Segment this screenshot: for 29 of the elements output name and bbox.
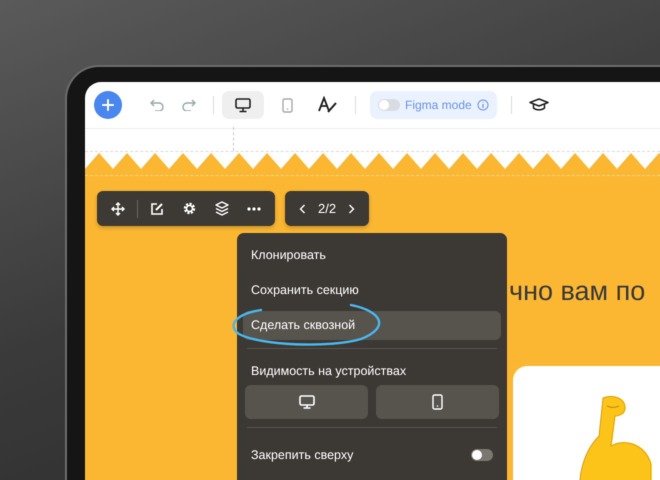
toggle-switch[interactable] [471,449,493,461]
menu-item[interactable]: Сделать сквозной [243,311,501,340]
move-icon[interactable] [111,202,125,216]
toggle-switch[interactable] [378,99,400,111]
graduation-cap-icon[interactable] [528,98,549,112]
previous-icon[interactable] [299,204,306,214]
menu-item[interactable]: Клонировать [243,241,501,270]
info-icon [476,99,489,111]
desktop-visibility-button[interactable] [245,385,368,419]
settings-icon[interactable] [182,201,197,216]
add-button[interactable] [94,91,122,119]
desktop-view-button[interactable] [222,91,264,119]
plus-icon [102,99,114,111]
mobile-visibility-button[interactable] [376,385,499,419]
monitor-icon [235,98,251,112]
section-heading: чно вам по [509,276,646,307]
menu-toggle-label: Закрепить сверху [251,448,354,462]
layers-icon[interactable] [215,201,229,216]
font-style-icon[interactable] [318,96,338,114]
more-icon[interactable] [247,206,261,210]
phone-icon [282,98,292,112]
menu-item[interactable]: Сохранить секцию [243,276,501,305]
page-counter: 2/2 [318,201,336,216]
monitor-icon [298,395,314,409]
menu-section-label: Видимость на устройствах [250,363,408,380]
next-icon[interactable] [348,204,356,214]
edit-icon[interactable] [150,202,164,216]
phone-icon [432,394,443,410]
figma-mode-label: Figma mode [405,98,472,112]
